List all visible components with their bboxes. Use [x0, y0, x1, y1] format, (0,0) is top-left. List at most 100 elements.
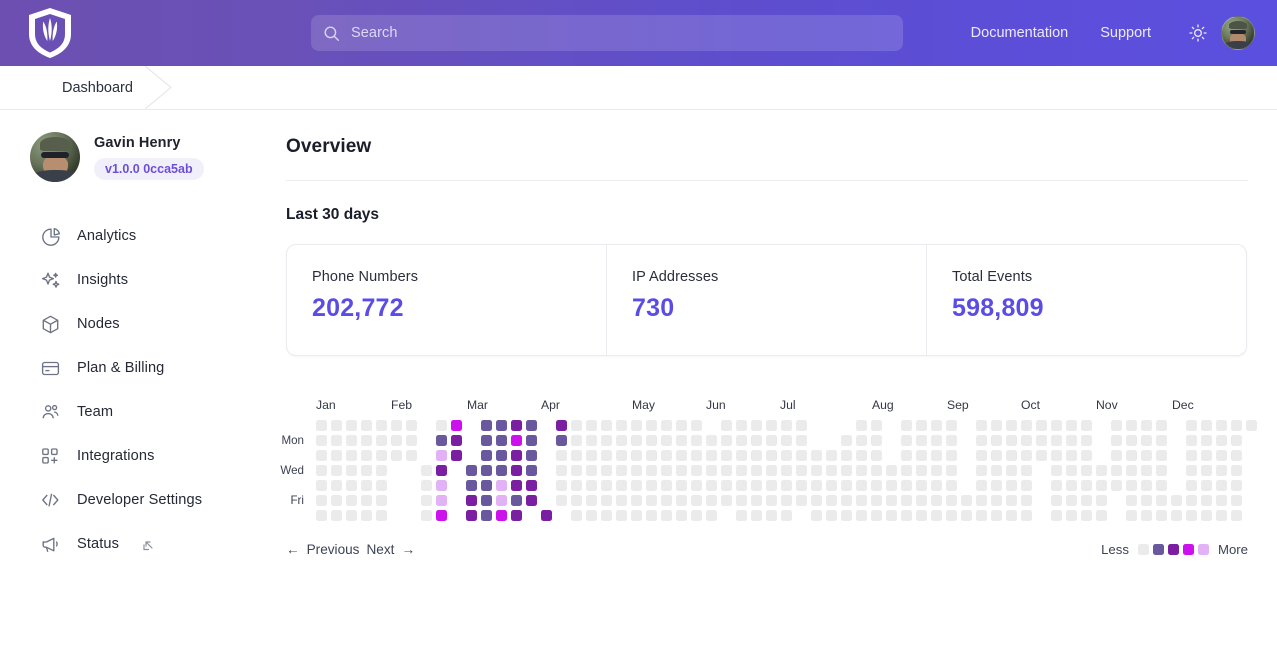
heatmap-cell[interactable]: [946, 495, 957, 506]
heatmap-cell[interactable]: [901, 435, 912, 446]
app-logo[interactable]: [0, 8, 99, 58]
heatmap-cell[interactable]: [1231, 435, 1242, 446]
heatmap-cell[interactable]: [886, 465, 897, 476]
heatmap-cell[interactable]: [1186, 465, 1197, 476]
heatmap-cell[interactable]: [616, 510, 627, 521]
sidebar-item-developer-settings[interactable]: Developer Settings: [0, 478, 262, 522]
heatmap-cell[interactable]: [811, 510, 822, 521]
heatmap-cell[interactable]: [1156, 480, 1167, 491]
heatmap-cell[interactable]: [331, 420, 342, 431]
heatmap-cell[interactable]: [946, 435, 957, 446]
heatmap-cell[interactable]: [361, 480, 372, 491]
heatmap-cell[interactable]: [361, 465, 372, 476]
heatmap-cell[interactable]: [646, 450, 657, 461]
heatmap-cell[interactable]: [976, 495, 987, 506]
heatmap-cell[interactable]: [1081, 465, 1092, 476]
heatmap-cell[interactable]: [1216, 480, 1227, 491]
heatmap-cell[interactable]: [1006, 450, 1017, 461]
heatmap-cell[interactable]: [766, 495, 777, 506]
heatmap-cell[interactable]: [1156, 510, 1167, 521]
heatmap-cell[interactable]: [856, 495, 867, 506]
breadcrumb-item-dashboard[interactable]: Dashboard: [62, 66, 133, 109]
heatmap-cell[interactable]: [601, 495, 612, 506]
heatmap-cell[interactable]: [766, 450, 777, 461]
heatmap-cell[interactable]: [1216, 465, 1227, 476]
heatmap-cell[interactable]: [991, 465, 1002, 476]
heatmap-cell[interactable]: [1006, 480, 1017, 491]
heatmap-cell[interactable]: [871, 465, 882, 476]
heatmap-cell[interactable]: [526, 495, 537, 506]
heatmap-cell[interactable]: [661, 495, 672, 506]
heatmap-cell[interactable]: [676, 510, 687, 521]
heatmap-cell[interactable]: [976, 465, 987, 476]
heatmap-cell[interactable]: [901, 450, 912, 461]
heatmap-cell[interactable]: [886, 510, 897, 521]
heatmap-cell[interactable]: [676, 465, 687, 476]
heatmap-cell[interactable]: [1186, 510, 1197, 521]
heatmap-cell[interactable]: [886, 495, 897, 506]
heatmap-cell[interactable]: [931, 480, 942, 491]
heatmap-cell[interactable]: [706, 435, 717, 446]
heatmap-cell[interactable]: [841, 465, 852, 476]
heatmap-cell[interactable]: [646, 435, 657, 446]
heatmap-cell[interactable]: [916, 450, 927, 461]
sidebar-item-insights[interactable]: Insights: [0, 258, 262, 302]
heatmap-cell[interactable]: [751, 435, 762, 446]
heatmap-cell[interactable]: [916, 465, 927, 476]
heatmap-cell[interactable]: [586, 435, 597, 446]
heatmap-cell[interactable]: [586, 465, 597, 476]
heatmap-cell[interactable]: [436, 495, 447, 506]
heatmap-cell[interactable]: [631, 450, 642, 461]
heatmap-cell[interactable]: [1006, 435, 1017, 446]
heatmap-cell[interactable]: [1201, 465, 1212, 476]
heatmap-cell[interactable]: [781, 420, 792, 431]
heatmap-cell[interactable]: [661, 465, 672, 476]
heatmap-cell[interactable]: [1201, 435, 1212, 446]
heatmap-cell[interactable]: [736, 465, 747, 476]
heatmap-cell[interactable]: [1021, 510, 1032, 521]
heatmap-cell[interactable]: [1051, 495, 1062, 506]
heatmap-cell[interactable]: [1216, 420, 1227, 431]
heatmap-cell[interactable]: [601, 435, 612, 446]
heatmap-cell[interactable]: [376, 435, 387, 446]
heatmap-cell[interactable]: [496, 450, 507, 461]
heatmap-cell[interactable]: [706, 465, 717, 476]
heatmap-cell[interactable]: [901, 465, 912, 476]
heatmap-cell[interactable]: [841, 480, 852, 491]
heatmap-cell[interactable]: [991, 420, 1002, 431]
heatmap-cell[interactable]: [1021, 495, 1032, 506]
heatmap-cell[interactable]: [901, 510, 912, 521]
heatmap-cell[interactable]: [346, 450, 357, 461]
heatmap-cell[interactable]: [346, 465, 357, 476]
heatmap-cell[interactable]: [376, 495, 387, 506]
heatmap-cell[interactable]: [436, 420, 447, 431]
heatmap-cell[interactable]: [751, 420, 762, 431]
heatmap-cell[interactable]: [676, 435, 687, 446]
heatmap-cell[interactable]: [1066, 465, 1077, 476]
heatmap-cell[interactable]: [811, 450, 822, 461]
heatmap-cell[interactable]: [511, 435, 522, 446]
heatmap-cell[interactable]: [586, 510, 597, 521]
heatmap-cell[interactable]: [691, 495, 702, 506]
heatmap-cell[interactable]: [436, 480, 447, 491]
heatmap-cell[interactable]: [931, 510, 942, 521]
heatmap-cell[interactable]: [1171, 510, 1182, 521]
heatmap-cell[interactable]: [346, 435, 357, 446]
heatmap-cell[interactable]: [796, 450, 807, 461]
header-link-documentation[interactable]: Documentation: [955, 25, 1085, 41]
heatmap-cell[interactable]: [451, 435, 462, 446]
heatmap-cell[interactable]: [361, 420, 372, 431]
heatmap-cell[interactable]: [991, 510, 1002, 521]
heatmap-cell[interactable]: [1156, 450, 1167, 461]
heatmap-cell[interactable]: [481, 450, 492, 461]
heatmap-cell[interactable]: [436, 435, 447, 446]
avatar[interactable]: [1221, 16, 1255, 50]
heatmap-cell[interactable]: [361, 435, 372, 446]
heatmap-cell[interactable]: [616, 420, 627, 431]
heatmap-cell[interactable]: [526, 480, 537, 491]
heatmap-cell[interactable]: [646, 465, 657, 476]
heatmap-cell[interactable]: [511, 465, 522, 476]
heatmap-cell[interactable]: [1066, 435, 1077, 446]
heatmap-cell[interactable]: [421, 480, 432, 491]
heatmap-cell[interactable]: [871, 450, 882, 461]
